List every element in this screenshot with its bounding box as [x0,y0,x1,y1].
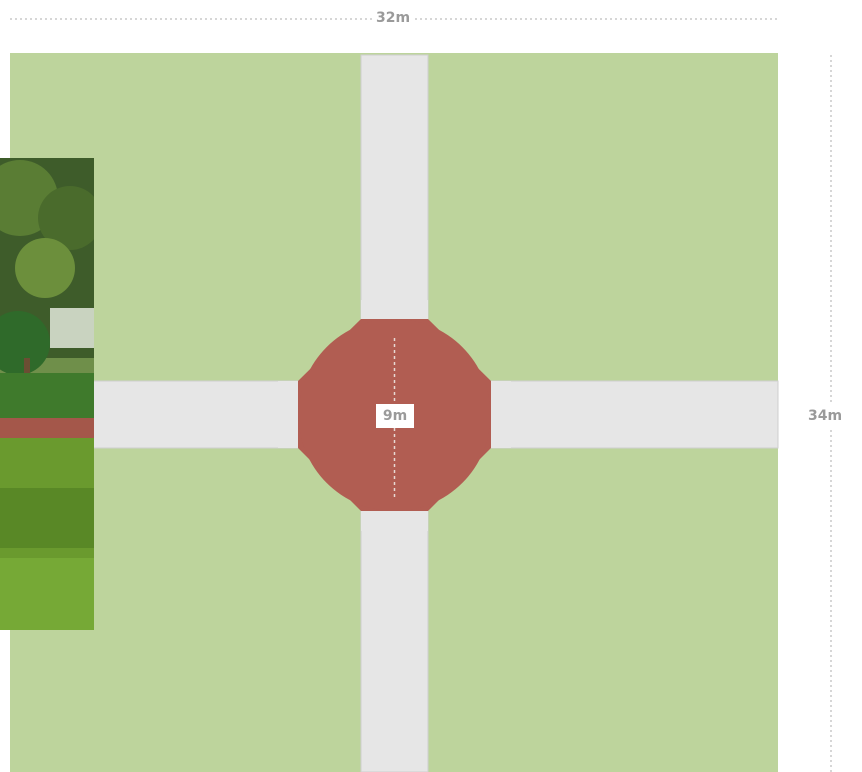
photo-path-edge [0,418,94,438]
photo-tree-canopy-3 [15,238,75,298]
horizontal-path-right-join [491,381,511,448]
vertical-path-bottom-join [361,511,428,531]
site-plan-drawing [9,18,832,772]
photo-hedge [0,373,94,423]
garden-photo [0,158,94,630]
photo-lawn-shadow [0,488,94,548]
photo-sky-gap [50,308,94,348]
horizontal-path-left-join [278,381,298,448]
vertical-path-top-join [361,300,428,319]
width-dimension-label: 32m [372,9,415,27]
photo-lawn-light [0,558,94,630]
garden-plan: 32m 34m 9m [0,0,862,772]
center-diameter-label: 9m [376,404,414,428]
height-dimension-label: 34m [808,405,843,427]
